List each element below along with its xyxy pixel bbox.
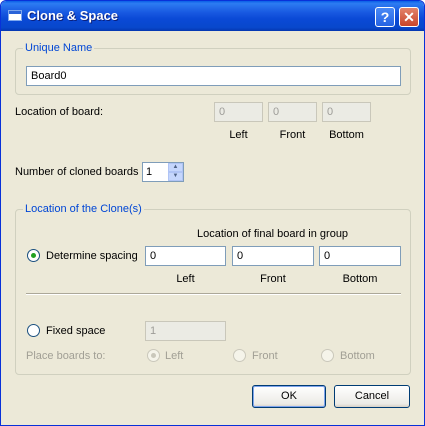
spinner-buttons: ▲ ▼ — [168, 163, 183, 181]
window-icon — [8, 10, 22, 21]
help-button[interactable]: ? — [375, 7, 395, 27]
fixed-space-label[interactable]: Fixed space — [46, 325, 105, 337]
final-left-label: Left — [176, 273, 195, 285]
board-bottom-input[interactable]: 0 — [322, 102, 371, 122]
determine-spacing-label[interactable]: Determine spacing — [46, 250, 138, 262]
place-left-label: Left — [165, 350, 184, 362]
board-left-input[interactable]: 0 — [214, 102, 263, 122]
fixed-space-radio[interactable] — [27, 324, 40, 337]
place-front-label: Front — [252, 350, 278, 362]
cloned-boards-spinner[interactable]: 1 ▲ ▼ — [142, 162, 184, 182]
place-bottom-label: Bottom — [340, 350, 375, 362]
place-bottom-radio[interactable] — [321, 349, 334, 362]
final-front-input[interactable]: 0 — [232, 246, 314, 266]
place-boards-label: Place boards to: — [26, 350, 106, 362]
final-front-label: Front — [260, 273, 286, 285]
cloned-boards-value: 1 — [146, 166, 153, 178]
final-left-input[interactable]: 0 — [145, 246, 226, 266]
fixed-space-input[interactable]: 1 — [145, 321, 226, 341]
determine-spacing-radio[interactable] — [27, 249, 40, 262]
help-icon: ? — [380, 9, 390, 25]
place-left-radio[interactable] — [147, 349, 160, 362]
unique-name-input[interactable]: Board0 — [26, 66, 401, 86]
final-bottom-label: Bottom — [342, 273, 378, 285]
close-button[interactable]: ✕ — [399, 7, 419, 27]
spin-down-icon[interactable]: ▼ — [168, 172, 183, 181]
ok-button[interactable]: OK — [252, 385, 326, 408]
board-bottom-label: Bottom — [329, 129, 364, 141]
final-board-label: Location of final board in group — [197, 228, 349, 240]
close-icon: ✕ — [403, 9, 415, 25]
clone-space-dialog: Clone & Space ? ✕ Unique Name Board0 Loc… — [0, 0, 425, 426]
board-front-input[interactable]: 0 — [268, 102, 317, 122]
final-bottom-input[interactable]: 0 — [319, 246, 401, 266]
unique-name-legend: Unique Name — [23, 42, 95, 54]
title-bar[interactable]: Clone & Space ? ✕ — [1, 1, 424, 31]
spin-up-icon[interactable]: ▲ — [168, 163, 183, 172]
place-front-radio[interactable] — [233, 349, 246, 362]
clone-location-legend: Location of the Clone(s) — [23, 203, 144, 215]
location-of-board-label: Location of board: — [15, 106, 104, 118]
board-front-label: Front — [279, 129, 306, 141]
cancel-button[interactable]: Cancel — [334, 385, 410, 408]
window-title: Clone & Space — [27, 8, 119, 23]
board-left-label: Left — [229, 129, 248, 141]
group-separator — [26, 293, 401, 295]
cloned-boards-label: Number of cloned boards — [15, 166, 139, 178]
